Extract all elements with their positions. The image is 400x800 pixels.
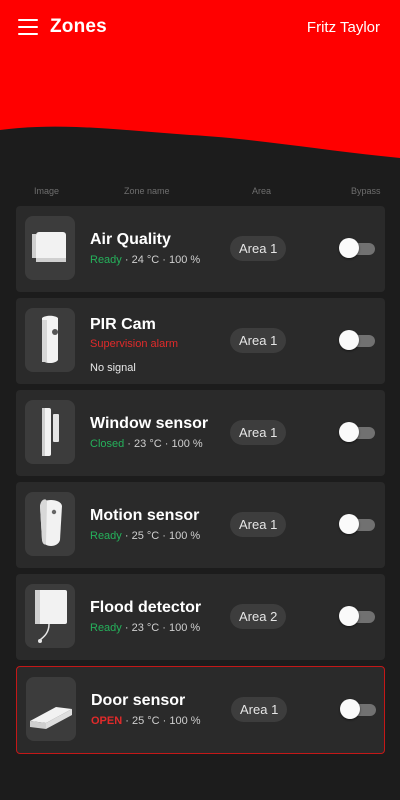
- zone-name: Flood detector: [90, 599, 202, 616]
- zone-area-badge[interactable]: Area 1: [230, 236, 287, 261]
- zone-temperature: 23 °C: [134, 438, 162, 450]
- zone-row-window-sensor[interactable]: Window sensor Closed · 23 °C · 100 % Are…: [16, 390, 385, 476]
- zone-temperature: 24 °C: [131, 254, 160, 266]
- zone-humidity: 100 %: [169, 530, 201, 542]
- zone-name: Air Quality: [90, 231, 171, 248]
- zone-status-line: Supervision alarm: [90, 338, 178, 350]
- zone-area-badge[interactable]: Area 1: [230, 328, 287, 353]
- flood-detector-device-icon: [25, 584, 75, 648]
- column-header-bypass: Bypass: [351, 186, 381, 196]
- zone-temperature: 25 °C: [131, 715, 160, 727]
- bypass-toggle[interactable]: [339, 606, 375, 626]
- air-quality-device-icon: [25, 216, 75, 280]
- bypass-toggle[interactable]: [339, 514, 375, 534]
- pir-cam-device-icon: [25, 308, 75, 372]
- zone-status: OPEN: [91, 715, 123, 727]
- zone-row-motion-sensor[interactable]: Motion sensor Ready · 25 °C · 100 % Area…: [16, 482, 385, 568]
- motion-sensor-device-icon: [25, 492, 75, 556]
- zone-row-pir-cam[interactable]: PIR Cam Supervision alarm No signal Area…: [16, 298, 385, 384]
- column-header-area: Area: [252, 186, 272, 196]
- zone-area-badge[interactable]: Area 2: [230, 604, 287, 629]
- door-sensor-device-icon: [26, 677, 76, 741]
- zone-name: Window sensor: [90, 415, 209, 432]
- bypass-toggle[interactable]: [339, 422, 375, 442]
- zone-signal: No signal: [90, 362, 136, 374]
- bypass-toggle[interactable]: [339, 330, 375, 350]
- zone-area-badge[interactable]: Area 1: [230, 512, 287, 537]
- zone-row-air-quality[interactable]: Air Quality Ready · 24 °C · 100 % Area 1: [16, 206, 385, 292]
- zone-humidity: 100 %: [169, 715, 201, 727]
- zone-row-door-sensor[interactable]: Door sensor OPEN · 25 °C · 100 % Area 1: [16, 666, 385, 754]
- zone-status: Supervision alarm: [90, 338, 179, 350]
- zone-status-line: Ready · 24 °C · 100 %: [90, 254, 201, 266]
- header: Zones Fritz Taylor: [0, 0, 400, 160]
- window-sensor-device-icon: [25, 400, 75, 464]
- zone-name: PIR Cam: [90, 316, 156, 333]
- zone-temperature: 25 °C: [131, 530, 160, 542]
- user-name[interactable]: Fritz Taylor: [307, 19, 380, 36]
- zone-area-badge[interactable]: Area 1: [230, 420, 287, 445]
- zone-status-line: Closed · 23 °C · 100 %: [90, 438, 203, 450]
- zone-name: Motion sensor: [90, 507, 200, 524]
- zone-row-flood-detector[interactable]: Flood detector Ready · 23 °C · 100 % Are…: [16, 574, 385, 660]
- bypass-toggle[interactable]: [339, 238, 375, 258]
- zone-status-line: OPEN · 25 °C · 100 %: [91, 715, 201, 727]
- zone-status: Ready: [90, 530, 122, 542]
- page-title: Zones: [50, 16, 107, 37]
- zone-status-line: Ready · 23 °C · 100 %: [90, 622, 201, 634]
- zone-status: Closed: [90, 438, 125, 450]
- zone-name: Door sensor: [91, 692, 186, 709]
- hamburger-menu-icon[interactable]: [18, 19, 38, 36]
- bypass-toggle[interactable]: [340, 699, 376, 719]
- column-header-zone-name: Zone name: [124, 186, 170, 196]
- zone-humidity: 100 %: [169, 254, 201, 266]
- zone-status: Ready: [90, 622, 122, 634]
- zone-status-line: Ready · 25 °C · 100 %: [90, 530, 201, 542]
- zone-status: Ready: [90, 254, 122, 266]
- zone-list: Air Quality Ready · 24 °C · 100 % Area 1…: [16, 206, 385, 760]
- zone-temperature: 23 °C: [131, 622, 160, 634]
- column-header-image: Image: [34, 186, 60, 196]
- zone-humidity: 100 %: [169, 622, 201, 634]
- zone-area-badge[interactable]: Area 1: [231, 697, 288, 722]
- zone-humidity: 100 %: [171, 438, 203, 450]
